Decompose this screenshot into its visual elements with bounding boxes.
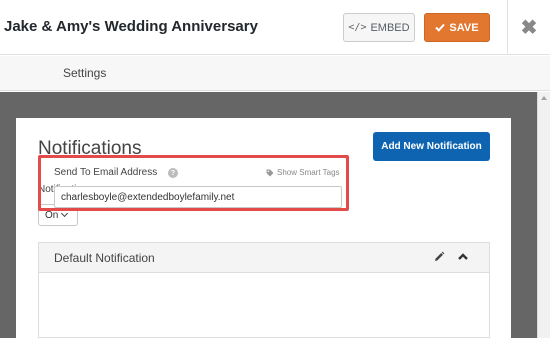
check-icon bbox=[435, 23, 446, 32]
show-smart-tags-link[interactable]: Show Smart Tags bbox=[266, 168, 340, 177]
embed-label: EMBED bbox=[370, 21, 410, 34]
notifications-panel: Notifications Add New Notification Notif… bbox=[16, 118, 511, 338]
email-field-label: Send To Email Address bbox=[54, 167, 158, 178]
form-title: Jake & Amy's Wedding Anniversary bbox=[4, 18, 258, 35]
top-bar: Jake & Amy's Wedding Anniversary </> EMB… bbox=[0, 0, 550, 55]
scroll-up-arrow-icon[interactable] bbox=[541, 96, 547, 100]
tag-icon bbox=[266, 169, 274, 176]
save-button[interactable]: SAVE bbox=[424, 13, 490, 42]
help-icon[interactable]: ? bbox=[168, 168, 178, 178]
save-label: SAVE bbox=[449, 21, 479, 34]
email-input[interactable] bbox=[54, 186, 342, 208]
add-notification-button[interactable]: Add New Notification bbox=[373, 132, 490, 161]
chevron-down-icon bbox=[61, 209, 69, 218]
pencil-icon[interactable] bbox=[433, 251, 445, 263]
notification-title: Default Notification bbox=[54, 251, 155, 265]
close-button[interactable]: ✖ bbox=[508, 0, 550, 55]
tab-bar: Settings bbox=[0, 56, 550, 91]
scrollbar[interactable] bbox=[537, 92, 550, 338]
tab-settings[interactable]: Settings bbox=[63, 66, 106, 80]
smart-tags-label: Show Smart Tags bbox=[277, 168, 340, 177]
notifications-select-value: On bbox=[45, 209, 59, 221]
embed-button[interactable]: </> EMBED bbox=[343, 13, 415, 42]
notification-block: Default Notification bbox=[38, 242, 490, 338]
code-icon: </> bbox=[348, 22, 367, 33]
notification-header[interactable]: Default Notification bbox=[39, 243, 489, 273]
close-icon: ✖ bbox=[520, 17, 538, 39]
chevron-up-icon[interactable] bbox=[457, 251, 469, 263]
